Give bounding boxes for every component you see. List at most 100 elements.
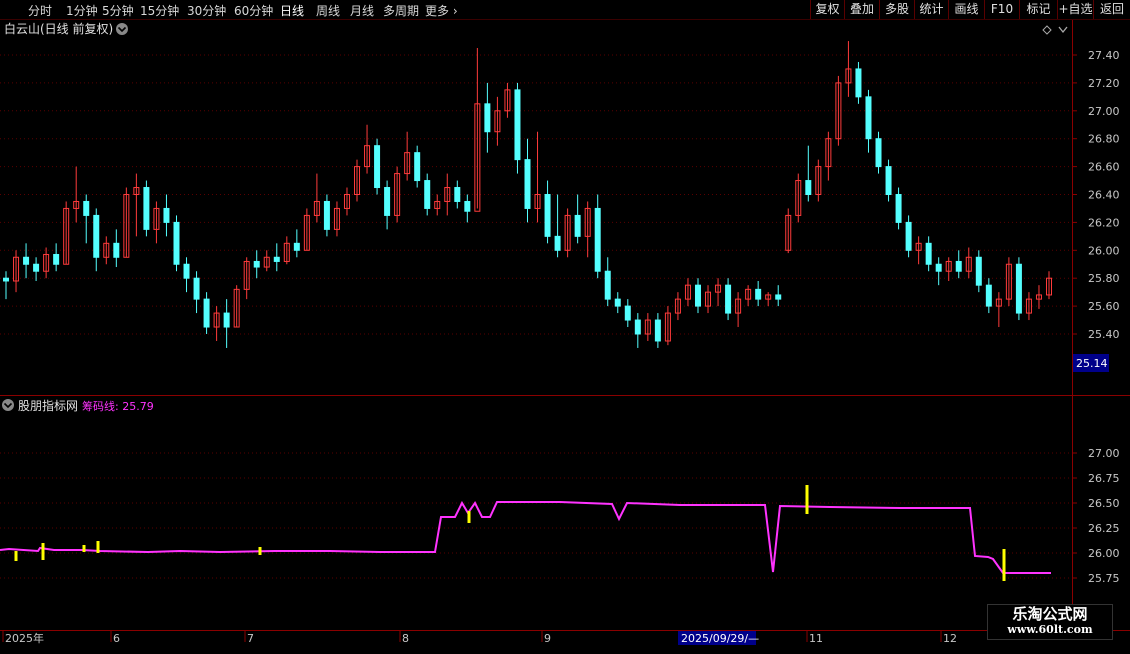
candle-body [574,214,581,237]
main-y-tick-label: 26.20 [1088,216,1120,229]
main-y-tick-label: 25.60 [1088,300,1120,313]
timeframe-5[interactable]: 60分钟 [234,2,273,19]
toolbar-button-3[interactable]: 统计 [914,0,948,19]
indicator-y-tick-label: 26.75 [1088,472,1120,485]
toolbar-button-6[interactable]: 标记 [1019,0,1057,19]
candle-body [755,288,762,300]
x-tick-label: 2025年 [5,631,44,645]
candle-body [895,194,902,223]
candle-body [514,89,521,161]
timeframe-0[interactable]: 分时 [28,2,52,19]
chart-svg: 白云山(日线 前复权) 25.40 25.60 25.80 26.00 26.20 26.… [0,20,1130,645]
candle-body [614,298,621,307]
timeframe-9[interactable]: 多周期 [383,2,419,19]
indicator-grid [0,452,1072,579]
candle-body [975,256,982,286]
main-y-tick-label: 27.00 [1088,105,1120,118]
main-panel-title: 白云山(日线 前复权) [4,21,113,36]
watermark-title: 乐淘公式网 [1012,605,1088,623]
toolbar-button-2[interactable]: 多股 [879,0,914,19]
main-y-tick-label: 26.40 [1088,189,1120,202]
candle-body [905,221,912,251]
watermark: 乐淘公式网 www.60lt.com [987,604,1113,640]
panel-menu-icon[interactable] [116,23,128,35]
diamond-icon[interactable] [1042,25,1052,35]
candle-body [33,263,40,272]
timeframe-3[interactable]: 15分钟 [140,2,179,19]
watermark-url: www.60lt.com [1007,623,1093,636]
candle-body [113,242,120,258]
collapse-icon[interactable] [1058,26,1068,34]
candle-body [183,263,190,279]
candle-body [83,200,90,216]
candle-body [23,256,30,265]
candle-body [654,319,661,342]
indicator-series [0,485,1051,581]
candle-body [865,96,872,140]
candle-body [454,187,461,202]
candle-body [725,284,732,314]
candle-body [554,235,561,251]
x-tick-label: 12 [943,632,957,645]
candle-body [805,180,812,196]
indicator-y-tick-label: 26.25 [1088,522,1120,535]
candle-body [1015,263,1022,314]
indicator-series-label: 筹码线: 25.79 [82,399,154,413]
timeframe-4[interactable]: 30分钟 [187,2,226,19]
candle-body [384,187,391,216]
candle-body [193,277,200,300]
candle-body [885,166,892,196]
candle-body [203,298,210,328]
main-y-tick-label: 26.00 [1088,244,1120,257]
candle-body [3,277,9,282]
timeframe-10[interactable]: 更多 › [425,2,458,19]
toolbar-button-1[interactable]: 叠加 [844,0,879,19]
toolbar-button-5[interactable]: F10 [984,0,1019,19]
candle-body [604,270,611,300]
main-y-tick-label: 27.20 [1088,77,1120,90]
indicator-name: 股朋指标网 [18,398,78,413]
candle-body [634,319,641,335]
candle-body [925,242,932,265]
candle-body [464,200,471,212]
indicator-y-tick-label: 26.50 [1088,497,1120,510]
indicator-y-tick-label: 27.00 [1088,447,1120,460]
toolbar-button-0[interactable]: 复权 [810,0,844,19]
candle-body [985,284,992,307]
indicator-y-tick-label: 25.75 [1088,572,1120,585]
main-panel-header: 白云山(日线 前复权) [4,21,1068,36]
main-y-tick-label: 25.80 [1088,272,1120,285]
candle-body [524,159,531,209]
candle-body [293,242,300,251]
timeframe-1[interactable]: 1分钟 [66,2,98,19]
candle-body [955,260,962,272]
toolbar-button-4[interactable]: 画线 [948,0,984,19]
x-tick-label: 11 [809,632,823,645]
x-tick-label: 7 [247,632,254,645]
timeframe-7[interactable]: 周线 [316,2,340,19]
candle-body [273,256,280,262]
candle-body [624,305,631,321]
candle-body [775,294,782,300]
candle-body [544,194,551,237]
main-y-tick-label: 26.80 [1088,133,1120,146]
toolbar-button-7[interactable]: +自选 [1057,0,1093,19]
timeframe-8[interactable]: 月线 [350,2,374,19]
chart-area: 白云山(日线 前复权) 25.40 25.60 25.80 26.00 26.20 26.… [0,20,1130,650]
main-y-axis: 25.40 25.60 25.80 26.00 26.20 26.40 26.60 26.80… [1072,49,1120,341]
candle-body [93,214,100,258]
candle-body [594,207,601,272]
main-y-tick-label: 27.40 [1088,49,1120,62]
indicator-y-tick-label: 26.00 [1088,547,1120,560]
candle-body [424,180,431,209]
candle-body [875,138,882,168]
top-toolbar: 分时 1分钟 5分钟 15分钟 30分钟 60分钟 日线 周线 月线 多周期 更多 › 复权 叠加 多股统… [0,0,1130,20]
timeframe-2[interactable]: 5分钟 [102,2,134,19]
timeframe-6[interactable]: 日线 [280,2,304,19]
toolbar-button-8[interactable]: 返回 [1093,0,1130,19]
candle-body [53,253,60,265]
indicator-menu-icon[interactable] [2,399,14,411]
candle-body [223,312,230,328]
candle-body [143,187,150,230]
candle-body [163,207,170,223]
